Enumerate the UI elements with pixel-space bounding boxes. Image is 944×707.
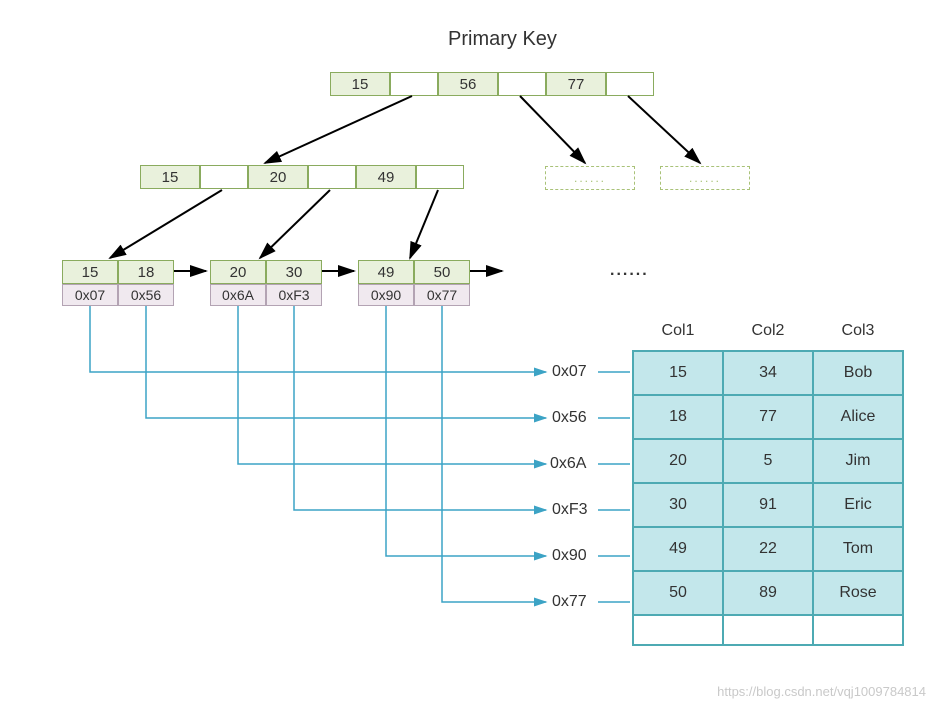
addr-5: 0x77	[552, 593, 587, 611]
leaf2-key1: 50	[414, 260, 470, 284]
mid-ptr-1	[308, 165, 356, 189]
watermark-text: https://blog.csdn.net/vqj1009784814	[717, 684, 926, 699]
addr-0: 0x07	[552, 363, 587, 381]
leaf1-val1: 0xF3	[266, 284, 322, 306]
leaf0-val1: 0x56	[118, 284, 174, 306]
cell: Rose	[813, 571, 903, 615]
cell	[723, 615, 813, 645]
diagram-title: Primary Key	[448, 28, 557, 51]
mid-ptr-0	[200, 165, 248, 189]
col-header-2: Col2	[723, 318, 813, 351]
cell	[633, 615, 723, 645]
cell: Alice	[813, 395, 903, 439]
cell: 91	[723, 483, 813, 527]
table-row: 1534Bob	[633, 351, 903, 395]
leaf0-key1: 18	[118, 260, 174, 284]
cell: Tom	[813, 527, 903, 571]
cell: 49	[633, 527, 723, 571]
table-row: 5089Rose	[633, 571, 903, 615]
cell: 15	[633, 351, 723, 395]
root-ptr-2	[606, 72, 654, 96]
cell	[813, 615, 903, 645]
addr-3: 0xF3	[552, 501, 588, 519]
leaf0-key0: 15	[62, 260, 118, 284]
leaf2-val1: 0x77	[414, 284, 470, 306]
root-key-2: 77	[546, 72, 606, 96]
col-header-1: Col1	[633, 318, 723, 351]
cell: Eric	[813, 483, 903, 527]
cell: 5	[723, 439, 813, 483]
table-row: 3091Eric	[633, 483, 903, 527]
root-key-0: 15	[330, 72, 390, 96]
leaf1-key1: 30	[266, 260, 322, 284]
leaf1-key0: 20	[210, 260, 266, 284]
mid-key-1: 20	[248, 165, 308, 189]
placeholder-node-2: ......	[660, 166, 750, 190]
placeholder-node-1: ......	[545, 166, 635, 190]
cell: Bob	[813, 351, 903, 395]
cell: 22	[723, 527, 813, 571]
table-row: 205Jim	[633, 439, 903, 483]
leaf-node-0: 15 18 0x07 0x56	[62, 260, 174, 306]
table-row: 4922Tom	[633, 527, 903, 571]
cell: 20	[633, 439, 723, 483]
leaf-ellipsis: ......	[610, 262, 649, 280]
cell: 18	[633, 395, 723, 439]
cell: 30	[633, 483, 723, 527]
cell: Jim	[813, 439, 903, 483]
table-header-row: Col1 Col2 Col3	[633, 318, 903, 351]
root-ptr-1	[498, 72, 546, 96]
root-node: 15 56 77	[330, 72, 654, 96]
leaf1-val0: 0x6A	[210, 284, 266, 306]
mid-ptr-2	[416, 165, 464, 189]
leaf-node-1: 20 30 0x6A 0xF3	[210, 260, 322, 306]
table-row: 1877Alice	[633, 395, 903, 439]
cell: 89	[723, 571, 813, 615]
internal-node: 15 20 49	[140, 165, 464, 189]
addr-4: 0x90	[552, 547, 587, 565]
leaf0-val0: 0x07	[62, 284, 118, 306]
addr-2: 0x6A	[550, 455, 586, 473]
root-ptr-0	[390, 72, 438, 96]
leaf2-val0: 0x90	[358, 284, 414, 306]
cell: 34	[723, 351, 813, 395]
table-row-empty	[633, 615, 903, 645]
cell: 50	[633, 571, 723, 615]
mid-key-0: 15	[140, 165, 200, 189]
leaf-node-2: 49 50 0x90 0x77	[358, 260, 470, 306]
cell: 77	[723, 395, 813, 439]
addr-1: 0x56	[552, 409, 587, 427]
col-header-3: Col3	[813, 318, 903, 351]
root-key-1: 56	[438, 72, 498, 96]
mid-key-2: 49	[356, 165, 416, 189]
leaf2-key0: 49	[358, 260, 414, 284]
data-table: Col1 Col2 Col3 1534Bob 1877Alice 205Jim …	[632, 318, 904, 646]
